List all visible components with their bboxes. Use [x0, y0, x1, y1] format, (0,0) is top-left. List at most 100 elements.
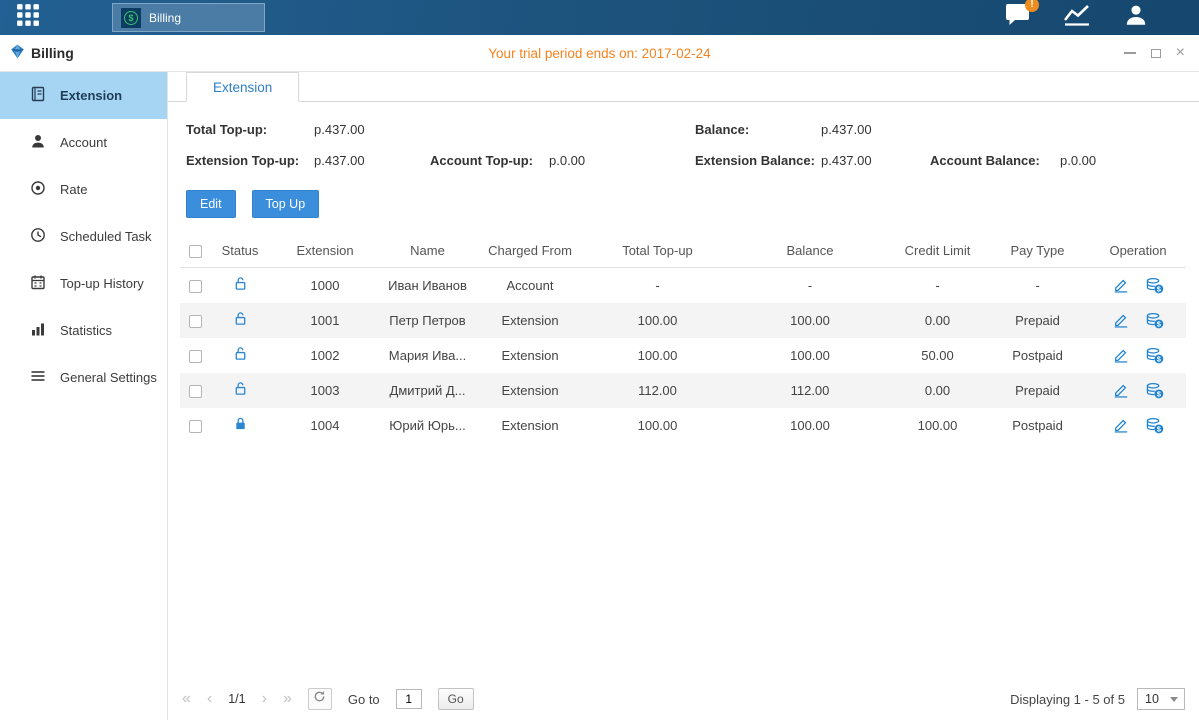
cell-total-topup: 100.00: [585, 303, 730, 338]
next-page-button[interactable]: ›: [262, 690, 267, 708]
row-checkbox[interactable]: [189, 350, 202, 363]
sidebar-item-topup-history[interactable]: Top-up History: [0, 260, 167, 307]
extension-balance-value: p.437.00: [821, 153, 872, 168]
account-balance-label: Account Balance:: [930, 153, 1040, 168]
col-credit-limit: Credit Limit: [890, 234, 985, 267]
last-page-button[interactable]: »: [283, 690, 292, 708]
sidebar: Extension Account Rate Scheduled Task To…: [0, 72, 168, 720]
table-header-row: Status Extension Name Charged From Total…: [180, 234, 1186, 267]
cell-total-topup: 100.00: [585, 338, 730, 373]
unlock-icon: [233, 346, 248, 361]
sidebar-item-extension[interactable]: Extension: [0, 72, 167, 119]
refresh-button[interactable]: [308, 688, 332, 710]
edit-row-icon[interactable]: [1113, 417, 1129, 433]
sidebar-item-label: Scheduled Task: [60, 229, 152, 244]
edit-row-icon[interactable]: [1113, 312, 1129, 328]
page-indicator: 1/1: [228, 692, 245, 706]
go-button[interactable]: Go: [438, 688, 474, 710]
notification-badge: !: [1025, 0, 1039, 12]
account-balance-value: p.0.00: [1060, 153, 1096, 168]
cell-charged-from: Extension: [475, 303, 585, 338]
goto-label: Go to: [348, 692, 380, 707]
row-checkbox[interactable]: [189, 385, 202, 398]
cell-name: Дмитрий Д...: [380, 373, 475, 408]
sidebar-item-label: General Settings: [60, 370, 157, 385]
tab-extension[interactable]: Extension: [186, 72, 299, 102]
status-lock-indicator: [233, 384, 248, 399]
edit-row-icon[interactable]: [1113, 382, 1129, 398]
maximize-button[interactable]: [1151, 49, 1161, 58]
line-chart-icon: [1063, 3, 1091, 32]
cell-total-topup: -: [585, 267, 730, 303]
col-status: Status: [210, 234, 270, 267]
sidebar-item-label: Statistics: [60, 323, 112, 338]
billing-gem-icon: [10, 44, 25, 62]
billing-app-icon: $: [121, 8, 141, 28]
table-row: 1003 Дмитрий Д... Extension 112.00 112.0…: [180, 373, 1186, 408]
close-button[interactable]: ×: [1176, 47, 1185, 59]
cell-name: Юрий Юрь...: [380, 408, 475, 443]
cell-credit-limit: 50.00: [890, 338, 985, 373]
sidebar-item-rate[interactable]: Rate: [0, 166, 167, 213]
topbar-tab-billing[interactable]: $ Billing: [112, 3, 265, 32]
extension-table: Status Extension Name Charged From Total…: [180, 234, 1186, 443]
cell-charged-from: Extension: [475, 338, 585, 373]
sidebar-item-general-settings[interactable]: General Settings: [0, 354, 167, 401]
row-checkbox[interactable]: [189, 280, 202, 293]
cell-charged-from: Extension: [475, 373, 585, 408]
topbar: $ Billing !: [0, 0, 1199, 35]
cell-extension: 1002: [270, 338, 380, 373]
sidebar-item-label: Top-up History: [60, 276, 144, 291]
topup-button[interactable]: Top Up: [252, 190, 320, 218]
cell-pay-type: Prepaid: [985, 373, 1090, 408]
cell-name: Мария Ива...: [380, 338, 475, 373]
edit-row-icon[interactable]: [1113, 277, 1129, 293]
cell-charged-from: Account: [475, 267, 585, 303]
select-all-checkbox[interactable]: [189, 245, 202, 258]
user-menu-button[interactable]: [1123, 2, 1149, 33]
cell-extension: 1001: [270, 303, 380, 338]
topup-row-icon[interactable]: $: [1145, 382, 1164, 399]
sidebar-item-account[interactable]: Account: [0, 119, 167, 166]
account-topup-label: Account Top-up:: [430, 153, 533, 168]
cell-extension: 1004: [270, 408, 380, 443]
sidebar-item-statistics[interactable]: Statistics: [0, 307, 167, 354]
tabbar: Extension: [168, 72, 1199, 102]
extension-topup-label: Extension Top-up:: [186, 153, 299, 168]
unlock-icon: [233, 311, 248, 326]
status-lock-indicator: [233, 349, 248, 364]
cell-pay-type: -: [985, 267, 1090, 303]
extension-table-wrap: Status Extension Name Charged From Total…: [180, 234, 1185, 443]
first-page-button[interactable]: «: [182, 690, 191, 708]
col-balance: Balance: [730, 234, 890, 267]
main-content: Extension Total Top-up: p.437.00 Balance…: [168, 72, 1199, 720]
total-topup-value: p.437.00: [314, 122, 365, 137]
topup-row-icon[interactable]: $: [1145, 347, 1164, 364]
prev-page-button[interactable]: ‹: [207, 690, 212, 708]
topup-row-icon[interactable]: $: [1145, 312, 1164, 329]
extension-balance-label: Extension Balance:: [695, 153, 815, 168]
edit-button[interactable]: Edit: [186, 190, 236, 218]
chevron-down-icon: [1170, 697, 1178, 702]
cell-balance: 112.00: [730, 373, 890, 408]
topup-row-icon[interactable]: $: [1145, 277, 1164, 294]
notifications-button[interactable]: !: [1004, 4, 1031, 32]
cell-name: Иван Иванов: [380, 267, 475, 303]
row-checkbox[interactable]: [189, 420, 202, 433]
cell-credit-limit: -: [890, 267, 985, 303]
balance-label: Balance:: [695, 122, 749, 137]
topup-row-icon[interactable]: $: [1145, 417, 1164, 434]
grid-icon: [16, 3, 40, 32]
statistics-shortcut-button[interactable]: [1063, 3, 1091, 32]
minimize-button[interactable]: [1124, 52, 1136, 54]
page-size-select[interactable]: 10: [1137, 688, 1185, 710]
col-total-topup: Total Top-up: [585, 234, 730, 267]
action-buttons: Edit Top Up: [186, 190, 1199, 218]
row-checkbox[interactable]: [189, 315, 202, 328]
status-lock-indicator: [233, 314, 248, 329]
app-launcher-button[interactable]: [0, 3, 56, 32]
extension-topup-value: p.437.00: [314, 153, 365, 168]
goto-page-input[interactable]: [396, 689, 422, 709]
sidebar-item-scheduled-task[interactable]: Scheduled Task: [0, 213, 167, 260]
edit-row-icon[interactable]: [1113, 347, 1129, 363]
